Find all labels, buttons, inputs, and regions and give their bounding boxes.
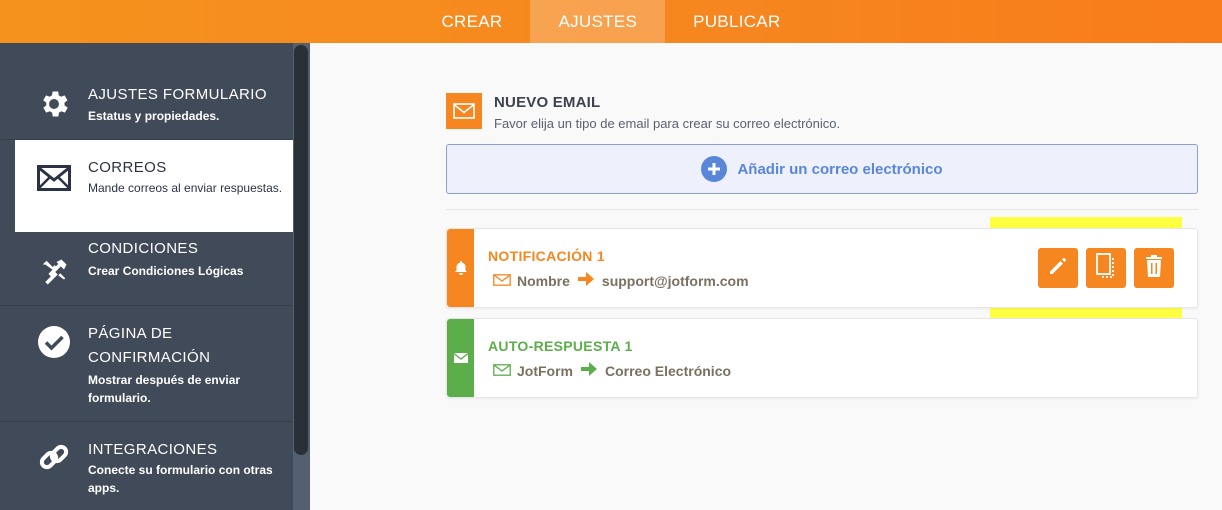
sidebar-item-desc: Estatus y propiedades.	[88, 109, 220, 123]
page-title: NUEVO EMAIL	[494, 94, 601, 111]
sidebar-item-correos[interactable]: CORREOS Mande correos al enviar respuest…	[15, 140, 293, 232]
sidebar-item-desc: Mande correos al enviar respuestas.	[88, 181, 283, 195]
tab-crear[interactable]: CREAR	[413, 0, 530, 43]
sidebar-item-title: PÁGINA DE CONFIRMACIÓN	[88, 325, 211, 366]
email-route: Nombre support@jotform.com	[493, 272, 749, 289]
email-card-autorespuesta[interactable]: AUTO-RESPUESTA 1 JotForm Correo Electrón…	[446, 318, 1198, 398]
sidebar-item-desc: Mostrar después de enviar formulario.	[88, 373, 241, 405]
sidebar-item-title: CORREOS	[88, 159, 167, 176]
arrow-right-icon	[577, 272, 594, 289]
plus-icon	[701, 156, 728, 182]
sidebar-item-desc: Conecte su formulario con otras apps.	[88, 463, 273, 495]
envelope-icon	[36, 160, 72, 196]
divider	[446, 209, 1198, 210]
envelope-icon	[446, 93, 482, 129]
add-email-button[interactable]: Añadir un correo electrónico	[446, 144, 1198, 194]
sidebar: AJUSTES FORMULARIO Estatus y propiedades…	[0, 43, 310, 510]
clone-icon	[1095, 252, 1117, 284]
envelope-icon	[493, 363, 511, 379]
bell-icon	[447, 229, 474, 307]
page-description: Favor elija un tipo de email para crear …	[494, 116, 841, 131]
top-navigation: CREAR AJUSTES PUBLICAR	[0, 0, 1222, 43]
sidebar-item-desc: Crear Condiciones Lógicas	[88, 264, 244, 278]
tab-publicar[interactable]: PUBLICAR	[665, 0, 808, 43]
clone-button[interactable]	[1086, 248, 1126, 288]
sidebar-item-integraciones[interactable]: INTEGRACIONES Conecte su formulario con …	[0, 422, 293, 510]
tools-icon	[36, 254, 72, 290]
email-to: support@jotform.com	[601, 272, 749, 289]
sidebar-item-title: INTEGRACIONES	[88, 441, 218, 458]
email-title: NOTIFICACIÓN 1	[488, 248, 605, 264]
arrow-right-icon	[581, 362, 597, 379]
sidebar-item-pagina-confirmacion[interactable]: PÁGINA DE CONFIRMACIÓN Mostrar después d…	[0, 306, 293, 422]
checkmark-icon	[36, 324, 72, 360]
email-from: JotForm	[517, 362, 573, 379]
sidebar-scrollbar-thumb[interactable]	[294, 45, 308, 455]
email-to: Correo Electrónico	[605, 362, 732, 379]
add-email-label: Añadir un correo electrónico	[737, 160, 943, 178]
pencil-icon	[1048, 256, 1068, 281]
envelope-icon	[447, 319, 474, 397]
trash-icon	[1145, 254, 1163, 282]
email-route: JotForm Correo Electrónico	[493, 362, 731, 379]
email-title: AUTO-RESPUESTA 1	[488, 338, 633, 354]
email-from: Nombre	[517, 272, 570, 289]
delete-button[interactable]	[1134, 248, 1174, 288]
link-icon	[36, 439, 72, 475]
sidebar-item-title: AJUSTES FORMULARIO	[88, 86, 267, 103]
tab-ajustes[interactable]: AJUSTES	[530, 0, 666, 43]
sidebar-item-condiciones[interactable]: CONDICIONES Crear Condiciones Lógicas	[0, 232, 293, 306]
main-content: NUEVO EMAIL Favor elija un tipo de email…	[310, 43, 1222, 510]
envelope-icon	[493, 273, 511, 289]
gear-icon	[36, 86, 72, 122]
sidebar-item-ajustes-formulario[interactable]: AJUSTES FORMULARIO Estatus y propiedades…	[0, 43, 293, 140]
sidebar-item-title: CONDICIONES	[88, 240, 199, 257]
sidebar-list: AJUSTES FORMULARIO Estatus y propiedades…	[0, 43, 293, 510]
edit-button[interactable]	[1038, 248, 1078, 288]
